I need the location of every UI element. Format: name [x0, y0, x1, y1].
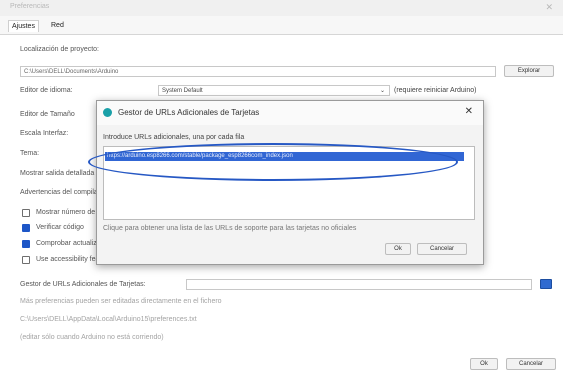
- dialog-close-icon[interactable]: ✕: [465, 106, 473, 117]
- theme-label: Tema:: [20, 150, 40, 157]
- dialog-ok-button[interactable]: Ok: [385, 243, 411, 255]
- window-title: Preferencias: [10, 3, 50, 10]
- sketchbook-label: Localización de proyecto:: [20, 46, 99, 53]
- scale-label: Escala Interfaz:: [20, 130, 69, 137]
- sketchbook-path-field[interactable]: C:\Users\DELL\Documents\Arduino: [20, 66, 496, 77]
- checkbox-accessibility[interactable]: [22, 256, 30, 264]
- unofficial-boards-link[interactable]: Clique para obtener una lista de las URL…: [103, 225, 356, 232]
- checkbox-label-verify: Verificar código: [36, 224, 84, 231]
- more-prefs-note: Más preferencias pueden ser editadas dir…: [20, 298, 222, 305]
- close-icon[interactable]: ✕: [545, 2, 553, 13]
- checkbox-verify-code[interactable]: [22, 224, 30, 232]
- arduino-icon: [103, 108, 112, 117]
- boards-url-field[interactable]: [186, 279, 532, 290]
- boards-url-dialog: Gestor de URLs Adicionales de Tarjetas ✕…: [96, 100, 484, 265]
- dialog-instruction: Introduce URLs adicionales, una por cada…: [103, 134, 245, 141]
- verbose-label: Mostrar salida detallada: [20, 170, 95, 177]
- dialog-title: Gestor de URLs Adicionales de Tarjetas: [118, 108, 260, 117]
- language-select[interactable]: System Default ⌄: [158, 85, 390, 96]
- prefs-file-path[interactable]: C:\Users\DELL\AppData\Local\Arduino15\pr…: [20, 316, 197, 323]
- tab-settings[interactable]: Ajustes: [8, 20, 39, 32]
- tab-bar: [0, 16, 563, 35]
- font-size-label: Editor de Tamaño: [20, 111, 75, 118]
- restart-note: (requiere reiniciar Arduino): [394, 87, 477, 94]
- cancel-button[interactable]: Cancelar: [506, 358, 556, 370]
- checkbox-line-numbers[interactable]: [22, 209, 30, 217]
- highlight-ellipse: [88, 143, 458, 181]
- title-bar: Preferencias ✕: [0, 0, 563, 16]
- tab-network[interactable]: Red: [48, 20, 67, 31]
- warnings-label: Advertencias del compilador: [20, 189, 108, 196]
- open-url-list-icon[interactable]: [540, 279, 552, 289]
- dialog-cancel-button[interactable]: Cancelar: [417, 243, 467, 255]
- boards-url-label: Gestor de URLs Adicionales de Tarjetas:: [20, 281, 146, 288]
- dialog-title-bar: Gestor de URLs Adicionales de Tarjetas ✕: [97, 101, 483, 125]
- edit-note: (editar sólo cuando Arduino no está corr…: [20, 334, 164, 341]
- checkbox-check-updates[interactable]: [22, 240, 30, 248]
- language-label: Editor de idioma:: [20, 87, 73, 94]
- browse-button[interactable]: Explorar: [504, 65, 554, 77]
- language-select-value: System Default: [162, 88, 203, 94]
- ok-button[interactable]: Ok: [470, 358, 498, 370]
- chevron-down-icon: ⌄: [379, 88, 385, 94]
